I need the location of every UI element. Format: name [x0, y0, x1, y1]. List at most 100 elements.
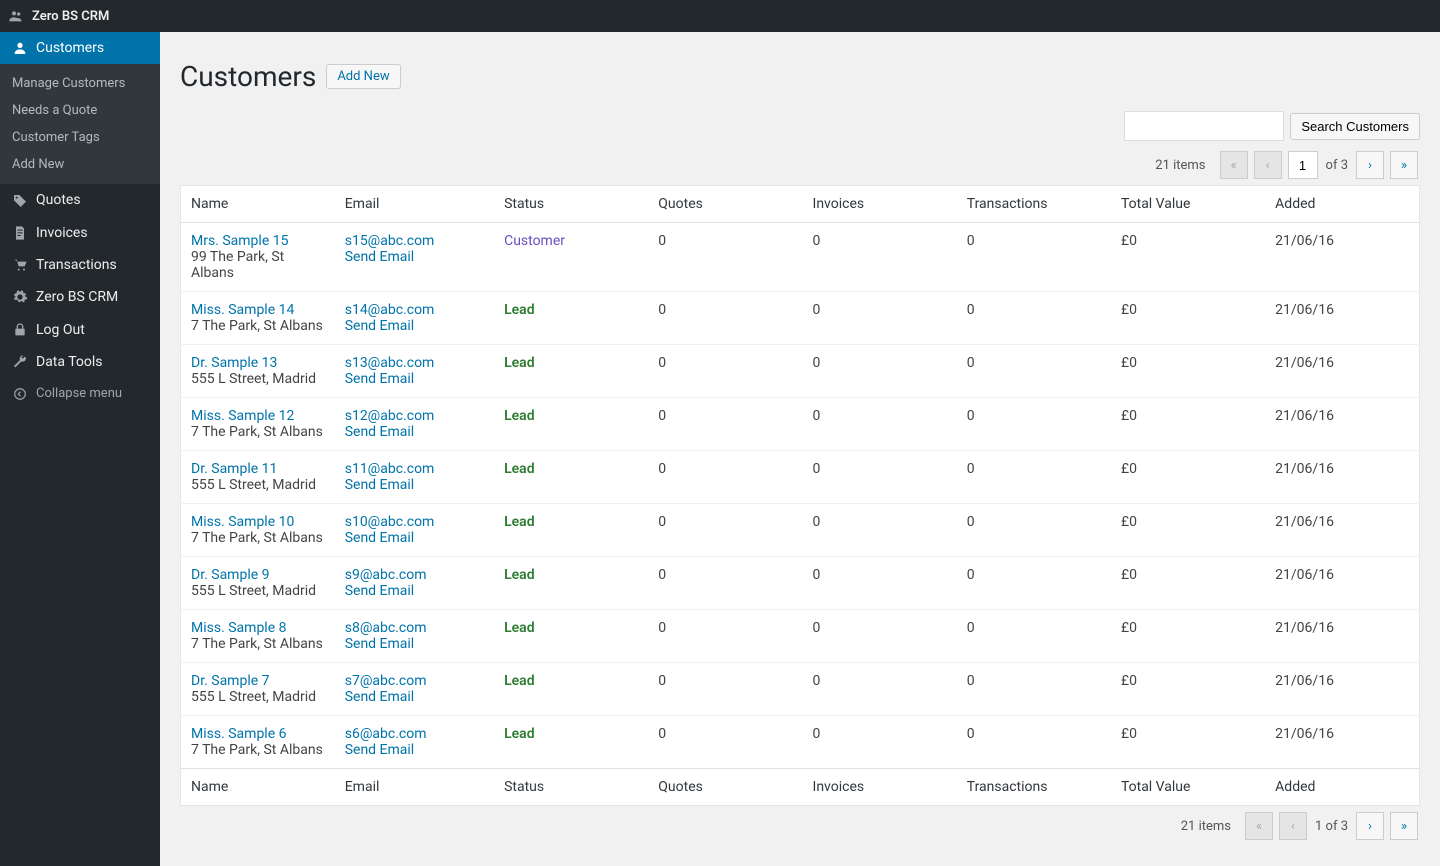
col-total[interactable]: Total Value [1111, 186, 1265, 223]
sidebar-label-customers: Customers [36, 40, 104, 56]
search-input[interactable] [1124, 111, 1284, 141]
sidebar-label-invoices: Invoices [36, 225, 88, 241]
prev-page-button[interactable]: ‹ [1254, 151, 1282, 179]
send-email-link[interactable]: Send Email [345, 636, 415, 652]
site-title[interactable]: Zero BS CRM [32, 9, 109, 24]
send-email-link[interactable]: Send Email [345, 424, 415, 440]
collapse-menu[interactable]: Collapse menu [0, 378, 160, 409]
col-status[interactable]: Status [494, 186, 648, 223]
customer-name-link[interactable]: Miss. Sample 6 [191, 726, 286, 742]
fcol-status[interactable]: Status [494, 769, 648, 806]
fcol-name[interactable]: Name [181, 769, 335, 806]
fcol-email[interactable]: Email [335, 769, 494, 806]
customer-name-link[interactable]: Miss. Sample 10 [191, 514, 294, 530]
customer-name-link[interactable]: Miss. Sample 12 [191, 408, 294, 424]
fcol-invoices[interactable]: Invoices [803, 769, 957, 806]
send-email-link[interactable]: Send Email [345, 583, 415, 599]
customer-email-link[interactable]: s8@abc.com [345, 620, 427, 636]
customer-email-link[interactable]: s6@abc.com [345, 726, 427, 742]
col-added[interactable]: Added [1265, 186, 1419, 223]
customer-name-link[interactable]: Miss. Sample 14 [191, 302, 294, 318]
send-email-link[interactable]: Send Email [345, 371, 415, 387]
sidebar-label-datatools: Data Tools [36, 354, 102, 370]
added-date: 21/06/16 [1265, 663, 1419, 716]
total-value: £0 [1111, 557, 1265, 610]
customer-email-link[interactable]: s13@abc.com [345, 355, 435, 371]
send-email-link[interactable]: Send Email [345, 477, 415, 493]
table-header-row: Name Email Status Quotes Invoices Transa… [181, 186, 1420, 223]
sidebar-item-invoices[interactable]: Invoices [0, 217, 160, 249]
customer-name-link[interactable]: Dr. Sample 7 [191, 673, 270, 689]
search-customers-button[interactable]: Search Customers [1290, 113, 1420, 140]
quotes-count: 0 [648, 398, 802, 451]
fcol-transactions[interactable]: Transactions [957, 769, 1111, 806]
added-date: 21/06/16 [1265, 345, 1419, 398]
customer-email-link[interactable]: s10@abc.com [345, 514, 435, 530]
col-name[interactable]: Name [181, 186, 335, 223]
send-email-link[interactable]: Send Email [345, 742, 415, 758]
col-transactions[interactable]: Transactions [957, 186, 1111, 223]
table-row: Miss. Sample 107 The Park, St Albanss10@… [181, 504, 1420, 557]
customer-name-link[interactable]: Dr. Sample 11 [191, 461, 277, 477]
table-row: Mrs. Sample 1599 The Park, St Albans s15@… [181, 223, 1420, 292]
col-invoices[interactable]: Invoices [803, 186, 957, 223]
tablenav-top: 21 items « ‹ of 3 › » [180, 145, 1420, 185]
customer-name-link[interactable]: Miss. Sample 8 [191, 620, 286, 636]
customer-email-link[interactable]: s12@abc.com [345, 408, 435, 424]
main-content: Customers Add New Search Customers 21 it… [160, 32, 1440, 866]
invoices-count: 0 [803, 663, 957, 716]
customer-address: 7 The Park, St Albans [191, 318, 323, 334]
send-email-link[interactable]: Send Email [345, 318, 415, 334]
send-email-link[interactable]: Send Email [345, 530, 415, 546]
submenu-needs-quote[interactable]: Needs a Quote [0, 97, 160, 124]
customer-email-link[interactable]: s15@abc.com [345, 233, 435, 249]
sidebar-item-quotes[interactable]: Quotes [0, 184, 160, 216]
sidebar-item-transactions[interactable]: Transactions [0, 249, 160, 281]
current-page-input[interactable] [1288, 151, 1318, 179]
table-row: Dr. Sample 13555 L Street, Madrids13@abc… [181, 345, 1420, 398]
submenu-add-new[interactable]: Add New [0, 151, 160, 178]
customer-address: 99 The Park, St Albans [191, 249, 284, 281]
last-page-button[interactable]: » [1390, 151, 1418, 179]
sidebar-item-customers[interactable]: Customers [0, 32, 160, 64]
invoices-count: 0 [803, 716, 957, 769]
total-value: £0 [1111, 716, 1265, 769]
customer-email-link[interactable]: s9@abc.com [345, 567, 427, 583]
invoices-count: 0 [803, 398, 957, 451]
next-page-button-bottom[interactable]: › [1356, 812, 1384, 840]
send-email-link[interactable]: Send Email [345, 689, 415, 705]
last-page-button-bottom[interactable]: » [1390, 812, 1418, 840]
customer-email-link[interactable]: s14@abc.com [345, 302, 435, 318]
sidebar-item-zerobs[interactable]: Zero BS CRM [0, 281, 160, 313]
submenu-manage-customers[interactable]: Manage Customers [0, 70, 160, 97]
customer-email-link[interactable]: s7@abc.com [345, 673, 427, 689]
invoices-count: 0 [803, 610, 957, 663]
customer-name-link[interactable]: Dr. Sample 13 [191, 355, 277, 371]
customer-address: 7 The Park, St Albans [191, 742, 323, 758]
quotes-count: 0 [648, 716, 802, 769]
fcol-total[interactable]: Total Value [1111, 769, 1265, 806]
next-page-button[interactable]: › [1356, 151, 1384, 179]
status-label: Lead [504, 355, 535, 371]
add-new-button[interactable]: Add New [326, 64, 400, 89]
first-page-button[interactable]: « [1220, 151, 1248, 179]
customer-email-link[interactable]: s11@abc.com [345, 461, 435, 477]
sidebar-item-logout[interactable]: Log Out [0, 313, 160, 345]
transactions-count: 0 [957, 223, 1111, 292]
table-row: Miss. Sample 67 The Park, St Albans s6@ab… [181, 716, 1420, 769]
submenu-customer-tags[interactable]: Customer Tags [0, 124, 160, 151]
customer-name-link[interactable]: Dr. Sample 9 [191, 567, 270, 583]
fcol-quotes[interactable]: Quotes [648, 769, 802, 806]
prev-page-button-bottom[interactable]: ‹ [1279, 812, 1307, 840]
send-email-link[interactable]: Send Email [345, 249, 415, 265]
fcol-added[interactable]: Added [1265, 769, 1419, 806]
col-quotes[interactable]: Quotes [648, 186, 802, 223]
sidebar-label-logout: Log Out [36, 322, 85, 338]
col-email[interactable]: Email [335, 186, 494, 223]
sidebar-label-quotes: Quotes [36, 192, 81, 208]
wrench-icon [10, 354, 30, 370]
sidebar-item-datatools[interactable]: Data Tools [0, 346, 160, 378]
total-value: £0 [1111, 504, 1265, 557]
first-page-button-bottom[interactable]: « [1245, 812, 1273, 840]
customer-name-link[interactable]: Mrs. Sample 15 [191, 233, 288, 249]
